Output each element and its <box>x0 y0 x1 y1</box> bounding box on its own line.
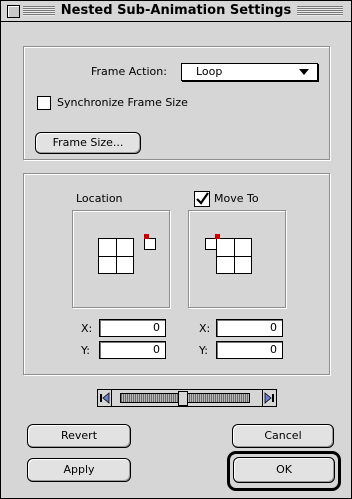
synchronize-frame-size-label: Synchronize Frame Size <box>57 96 188 109</box>
location-x-field[interactable]: 0 <box>99 319 166 337</box>
frame-size-button[interactable]: Frame Size... <box>35 132 141 154</box>
move-to-label: Move To <box>214 192 259 205</box>
title-bar[interactable]: Nested Sub-Animation Settings <box>1 1 351 22</box>
move-to-anchor-grid[interactable] <box>216 238 252 274</box>
step-left-icon <box>100 392 110 404</box>
slider-right-button[interactable] <box>262 390 276 406</box>
move-to-y-value: 0 <box>270 343 277 356</box>
move-to-x-field[interactable]: 0 <box>216 319 283 337</box>
window-title: Nested Sub-Animation Settings <box>54 3 298 18</box>
move-to-anchor-box <box>188 210 286 308</box>
move-to-y-field[interactable]: 0 <box>216 341 283 359</box>
frame-size-button-label: Frame Size... <box>52 136 124 149</box>
move-to-x-value: 0 <box>270 321 277 334</box>
synchronize-frame-size-checkbox[interactable] <box>37 96 51 110</box>
frame-action-popup[interactable]: Loop <box>181 63 318 81</box>
move-to-checkbox[interactable] <box>194 191 210 207</box>
move-to-anchor-handle[interactable] <box>205 238 217 250</box>
location-label: Location <box>76 192 123 205</box>
revert-button[interactable]: Revert <box>27 424 131 448</box>
slider-thumb[interactable] <box>178 391 188 406</box>
frame-action-label: Frame Action: <box>91 65 167 78</box>
location-y-field[interactable]: 0 <box>99 341 166 359</box>
ok-button-label: OK <box>276 463 292 476</box>
revert-button-label: Revert <box>60 429 98 442</box>
frame-action-value: Loop <box>196 65 223 78</box>
cancel-button[interactable]: Cancel <box>232 424 334 448</box>
chevron-down-icon <box>299 69 309 75</box>
apply-button[interactable]: Apply <box>27 458 131 482</box>
location-y-value: 0 <box>153 343 160 356</box>
settings-dialog: Nested Sub-Animation Settings Frame Acti… <box>0 0 352 499</box>
location-anchor-box <box>72 210 170 308</box>
step-right-icon <box>264 392 274 404</box>
cancel-button-label: Cancel <box>264 429 302 442</box>
move-to-y-label: Y: <box>199 344 208 357</box>
move-to-anchor-dot <box>215 234 220 239</box>
location-x-value: 0 <box>153 321 160 334</box>
location-y-label: Y: <box>81 344 90 357</box>
location-anchor-handle[interactable] <box>144 238 156 250</box>
apply-button-label: Apply <box>63 463 95 476</box>
ok-button[interactable]: OK <box>233 457 335 483</box>
timeline-slider[interactable] <box>97 389 277 407</box>
location-anchor-grid[interactable] <box>98 238 134 274</box>
move-to-x-label: X: <box>199 322 211 335</box>
location-x-label: X: <box>81 322 93 335</box>
checkmark-icon <box>196 192 209 205</box>
location-anchor-dot <box>144 234 149 239</box>
slider-left-button[interactable] <box>98 390 112 406</box>
